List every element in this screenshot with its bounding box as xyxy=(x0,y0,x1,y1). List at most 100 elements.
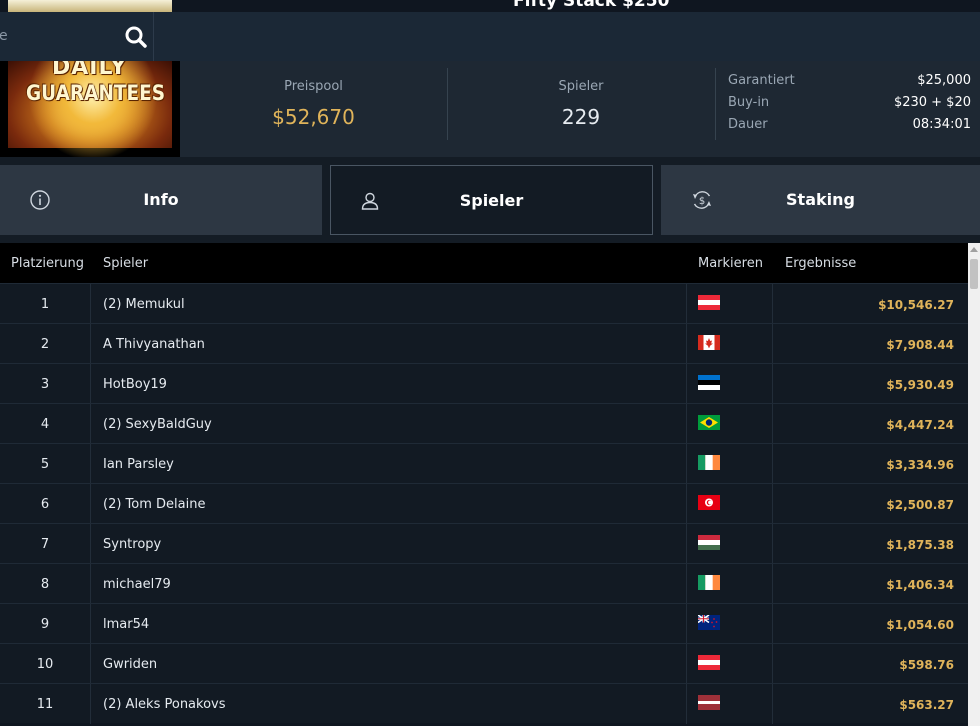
result-cell: $10,546.27 xyxy=(878,298,954,312)
column-divider xyxy=(686,444,687,484)
column-divider xyxy=(90,564,91,604)
table-header: Platzierung Spieler Markieren Ergebnisse xyxy=(0,243,968,283)
table-row[interactable]: 4 (2) SexyBaldGuy $4,447.24 xyxy=(0,403,968,444)
result-cell: $1,406.34 xyxy=(886,578,954,592)
column-divider xyxy=(772,444,773,484)
flag-brazil-icon xyxy=(698,415,720,430)
player-name[interactable]: (2) Aleks Ponakovs xyxy=(103,697,226,712)
rank-cell: 4 xyxy=(40,417,50,432)
table-row[interactable]: 5 Ian Parsley $3,334.96 xyxy=(0,443,968,484)
player-name[interactable]: michael79 xyxy=(103,577,171,592)
rank-cell: 9 xyxy=(40,617,50,632)
column-divider xyxy=(686,684,687,724)
table-row[interactable]: 9 lmar54 $1,054.60 xyxy=(0,603,968,644)
column-divider xyxy=(772,524,773,564)
table-row[interactable]: 10 Gwriden $598.76 xyxy=(0,643,968,684)
result-cell: $3,334.96 xyxy=(886,458,954,472)
results-table: Platzierung Spieler Markieren Ergebnisse… xyxy=(0,243,968,726)
table-row[interactable]: 6 (2) Tom Delaine $2,500.87 xyxy=(0,483,968,524)
column-header-player[interactable]: Spieler xyxy=(103,256,148,271)
detail-value: $25,000 xyxy=(917,73,971,88)
search-box xyxy=(0,12,154,61)
column-divider xyxy=(686,324,687,364)
column-divider xyxy=(686,484,687,524)
search-input[interactable] xyxy=(0,24,109,48)
detail-value: 08:34:01 xyxy=(912,117,971,132)
column-divider xyxy=(686,364,687,404)
column-divider xyxy=(772,404,773,444)
player-name[interactable]: Ian Parsley xyxy=(103,457,174,472)
flag-tunisia-icon xyxy=(698,495,720,510)
column-header-flag[interactable]: Markieren xyxy=(698,256,763,271)
result-cell: $1,875.38 xyxy=(886,538,954,552)
player-name[interactable]: lmar54 xyxy=(103,617,149,632)
column-divider xyxy=(772,284,773,324)
top-strip: Fifty Stack $250 xyxy=(0,0,980,12)
column-divider xyxy=(772,684,773,724)
logo-text-guarantees: GUARANTEES xyxy=(26,81,166,105)
logo-edge xyxy=(8,0,172,12)
column-divider xyxy=(686,604,687,644)
tab-label: Info xyxy=(143,190,179,209)
flag-austria-icon xyxy=(698,655,720,670)
tab-staking[interactable]: $ Staking xyxy=(661,165,980,235)
column-divider xyxy=(772,604,773,644)
rank-cell: 5 xyxy=(40,457,50,472)
player-name[interactable]: (2) Tom Delaine xyxy=(103,497,205,512)
column-divider xyxy=(90,444,91,484)
player-name[interactable]: HotBoy19 xyxy=(103,377,167,392)
column-divider xyxy=(686,644,687,684)
tab-spieler[interactable]: Spieler xyxy=(330,165,653,235)
column-divider xyxy=(686,284,687,324)
scroll-up-icon[interactable] xyxy=(970,247,978,252)
prize-pool-value: $52,670 xyxy=(272,105,355,129)
column-divider xyxy=(90,604,91,644)
column-divider xyxy=(90,684,91,724)
flag-ireland-icon xyxy=(698,455,720,470)
table-row[interactable]: 8 michael79 $1,406.34 xyxy=(0,563,968,604)
rank-cell: 6 xyxy=(40,497,50,512)
player-name[interactable]: Gwriden xyxy=(103,657,157,672)
table-row[interactable]: 2 A Thivyanathan $7,908.44 xyxy=(0,323,968,364)
tournament-details: Garantiert $25,000 Buy-in $230 + $20 Dau… xyxy=(716,69,980,135)
flag-estonia-icon xyxy=(698,375,720,390)
column-divider xyxy=(772,324,773,364)
rank-cell: 1 xyxy=(40,297,50,312)
detail-row-duration: Dauer 08:34:01 xyxy=(716,113,980,135)
scroll-thumb[interactable] xyxy=(970,259,978,289)
scrollbar[interactable] xyxy=(968,243,980,726)
column-divider xyxy=(90,284,91,324)
prize-pool-label: Preispool xyxy=(284,79,343,94)
player-name[interactable]: (2) SexyBaldGuy xyxy=(103,417,212,432)
column-divider xyxy=(772,564,773,604)
rank-cell: 2 xyxy=(40,337,50,352)
table-row[interactable]: 11 (2) Aleks Ponakovs $563.27 xyxy=(0,683,968,724)
tab-label: Staking xyxy=(786,190,855,209)
search-icon[interactable] xyxy=(124,25,148,49)
table-row[interactable]: 3 HotBoy19 $5,930.49 xyxy=(0,363,968,404)
logo-image: DAILY GUARANTEES xyxy=(8,61,172,157)
column-divider xyxy=(686,404,687,444)
result-cell: $2,500.87 xyxy=(886,498,954,512)
detail-row-guaranteed: Garantiert $25,000 xyxy=(716,69,980,91)
result-cell: $598.76 xyxy=(899,658,954,672)
column-divider xyxy=(686,564,687,604)
table-row[interactable]: 1 (2) Memukul $10,546.27 xyxy=(0,283,968,324)
table-row[interactable]: 7 Syntropy $1,875.38 xyxy=(0,523,968,564)
players-stat: Spieler 229 xyxy=(448,61,714,157)
player-name[interactable]: A Thivyanathan xyxy=(103,337,205,352)
player-name[interactable]: (2) Memukul xyxy=(103,297,185,312)
tournament-header: DAILY GUARANTEES Preispool $52,670 Spiel… xyxy=(0,61,980,157)
tab-info[interactable]: Info xyxy=(0,165,322,235)
flag-canada-icon xyxy=(698,335,720,350)
result-cell: $7,908.44 xyxy=(886,338,954,352)
column-header-rank[interactable]: Platzierung xyxy=(11,256,84,271)
column-divider xyxy=(686,524,687,564)
tournament-title: Fifty Stack $250 xyxy=(513,0,670,11)
player-name[interactable]: Syntropy xyxy=(103,537,161,552)
players-value: 229 xyxy=(561,105,601,129)
flag-austria-icon xyxy=(698,295,720,310)
column-divider xyxy=(90,524,91,564)
column-header-results[interactable]: Ergebnisse xyxy=(785,256,856,271)
players-label: Spieler xyxy=(558,79,604,94)
